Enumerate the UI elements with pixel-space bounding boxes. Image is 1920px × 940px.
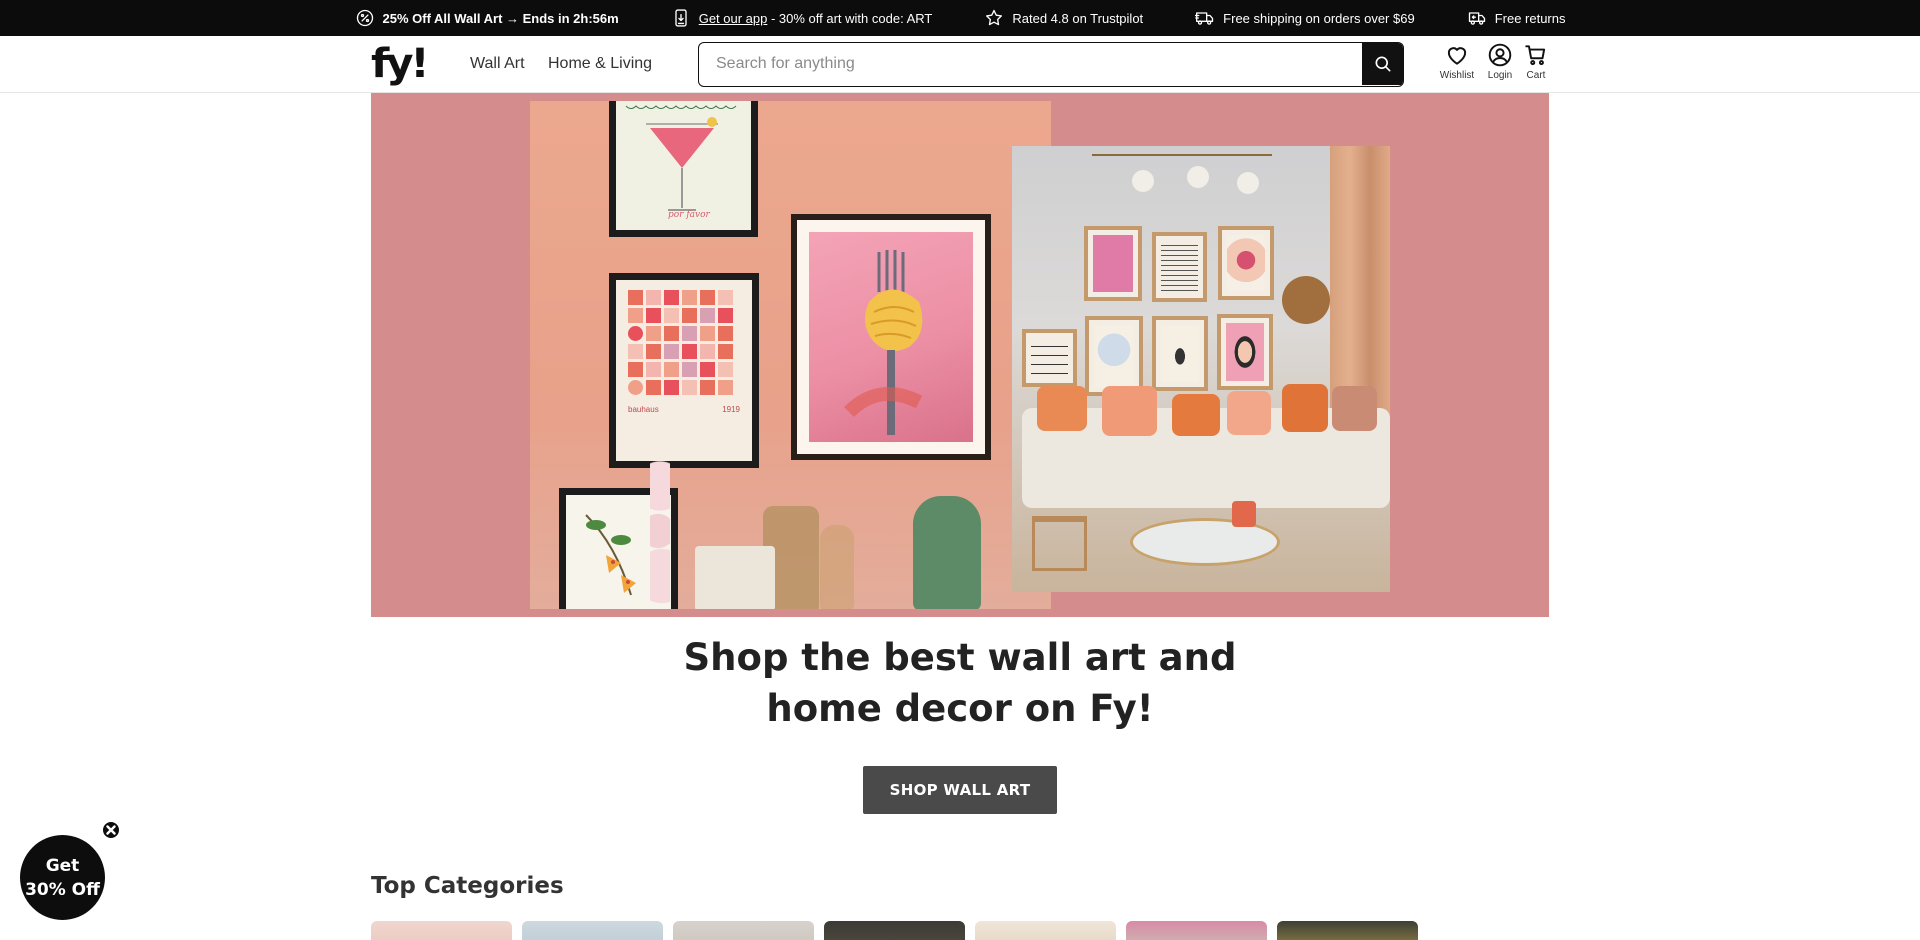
promo-returns-text: Free returns: [1494, 10, 1566, 26]
search-icon: [1375, 56, 1390, 72]
nav-home-living[interactable]: Home & Living: [548, 55, 652, 73]
category-tile[interactable]: [673, 921, 814, 940]
discount-badge-icon: [356, 9, 373, 27]
hero-living-room-image: [1012, 146, 1390, 592]
portrait-print: [1217, 314, 1273, 390]
top-categories-title: Top Categories: [371, 873, 564, 899]
white-bowl: [695, 546, 775, 609]
category-tile[interactable]: [1126, 921, 1267, 940]
ceiling-lamp: [1092, 154, 1272, 156]
cart-icon: [1525, 45, 1546, 66]
promo-returns[interactable]: Free returns: [1467, 8, 1566, 28]
promo-shipping-text: Free shipping on orders over $69: [1223, 10, 1415, 26]
hero-gallery-wall-image: por favor bauhaus 1919: [530, 101, 1051, 609]
promo-countdown[interactable]: 25% Off All Wall Art → Ends in 2h:56m: [355, 8, 619, 28]
promo-app[interactable]: Get our app - 30% off art with code: ART: [671, 8, 933, 28]
heart-icon: [1447, 47, 1467, 65]
squiggle-print: [1022, 329, 1077, 387]
category-tile[interactable]: [1277, 921, 1418, 940]
category-tile[interactable]: [371, 921, 512, 940]
discount-popup-button[interactable]: Get 30% Off: [20, 835, 105, 920]
bauhaus-grid: [628, 290, 740, 395]
discount-popup-close-button[interactable]: [101, 820, 121, 840]
category-tile[interactable]: [522, 921, 663, 940]
cowboy-boots-print: [1152, 316, 1208, 391]
close-icon: [106, 825, 116, 835]
wall-basket: [1282, 276, 1330, 324]
hero-banner[interactable]: por favor bauhaus 1919: [371, 93, 1549, 617]
glass-vase: [820, 525, 854, 609]
site-header: fy! Wall Art Home & Living Wishlist Logi…: [0, 36, 1920, 93]
hero-title-line1: Shop the best wall art and: [683, 636, 1237, 679]
category-tile[interactable]: [824, 921, 965, 940]
spaghetti-fork-poster: [791, 214, 991, 460]
cart-button[interactable]: Cart: [1514, 42, 1558, 81]
bauhaus-poster: bauhaus 1919: [609, 273, 759, 468]
fy-logo[interactable]: fy!: [371, 44, 429, 84]
green-vase: [913, 496, 981, 609]
bauhaus-year: 1919: [722, 405, 740, 414]
discount-popup-line2: 30% Off: [25, 879, 100, 900]
login-label: Login: [1487, 70, 1513, 81]
search-button[interactable]: [1362, 43, 1403, 85]
promo-trustpilot[interactable]: Rated 4.8 on Trustpilot: [984, 8, 1143, 28]
search-input[interactable]: [699, 43, 1363, 85]
return-truck-icon: [1468, 12, 1485, 25]
search-box: [698, 42, 1404, 87]
bauhaus-label: bauhaus: [628, 405, 659, 414]
top-categories-row: [371, 921, 1418, 940]
side-stool: [1032, 516, 1087, 571]
wishlist-label: Wishlist: [1439, 70, 1475, 81]
moon-print: [1085, 316, 1143, 396]
get-app-link[interactable]: Get our app: [699, 11, 768, 26]
shop-wall-art-button[interactable]: SHOP WALL ART: [863, 766, 1057, 814]
floral-print: [1218, 226, 1274, 300]
blossom-branch: [650, 456, 670, 606]
phone-download-icon: [675, 9, 687, 27]
promo-countdown-text: 25% Off All Wall Art → Ends in 2h:56m: [382, 10, 619, 26]
promo-bar: 25% Off All Wall Art → Ends in 2h:56m Ge…: [0, 0, 1920, 36]
nav-wall-art[interactable]: Wall Art: [470, 55, 525, 73]
hero-title: Shop the best wall art and home decor on…: [560, 632, 1360, 734]
promo-trustpilot-text: Rated 4.8 on Trustpilot: [1012, 10, 1144, 26]
cart-label: Cart: [1526, 70, 1546, 81]
boots-print: [1084, 226, 1142, 301]
coffee-table: [1130, 518, 1280, 566]
promo-app-text: - 30% off art with code: ART: [767, 10, 933, 26]
cocktail-caption: por favor: [668, 210, 710, 220]
discount-popup-line1: Get: [45, 855, 80, 876]
user-icon: [1488, 43, 1512, 67]
truck-icon: [1195, 12, 1214, 25]
hero-title-line2: home decor on Fy!: [766, 687, 1154, 730]
sun-stripes-print: [1152, 232, 1207, 302]
cocktail-poster: por favor: [609, 101, 758, 237]
star-icon: [986, 9, 1003, 26]
promo-shipping[interactable]: Free shipping on orders over $69: [1195, 8, 1415, 28]
wishlist-button[interactable]: Wishlist: [1435, 42, 1479, 81]
spaghetti-fork-illustration: [844, 250, 923, 435]
category-tile[interactable]: [975, 921, 1116, 940]
